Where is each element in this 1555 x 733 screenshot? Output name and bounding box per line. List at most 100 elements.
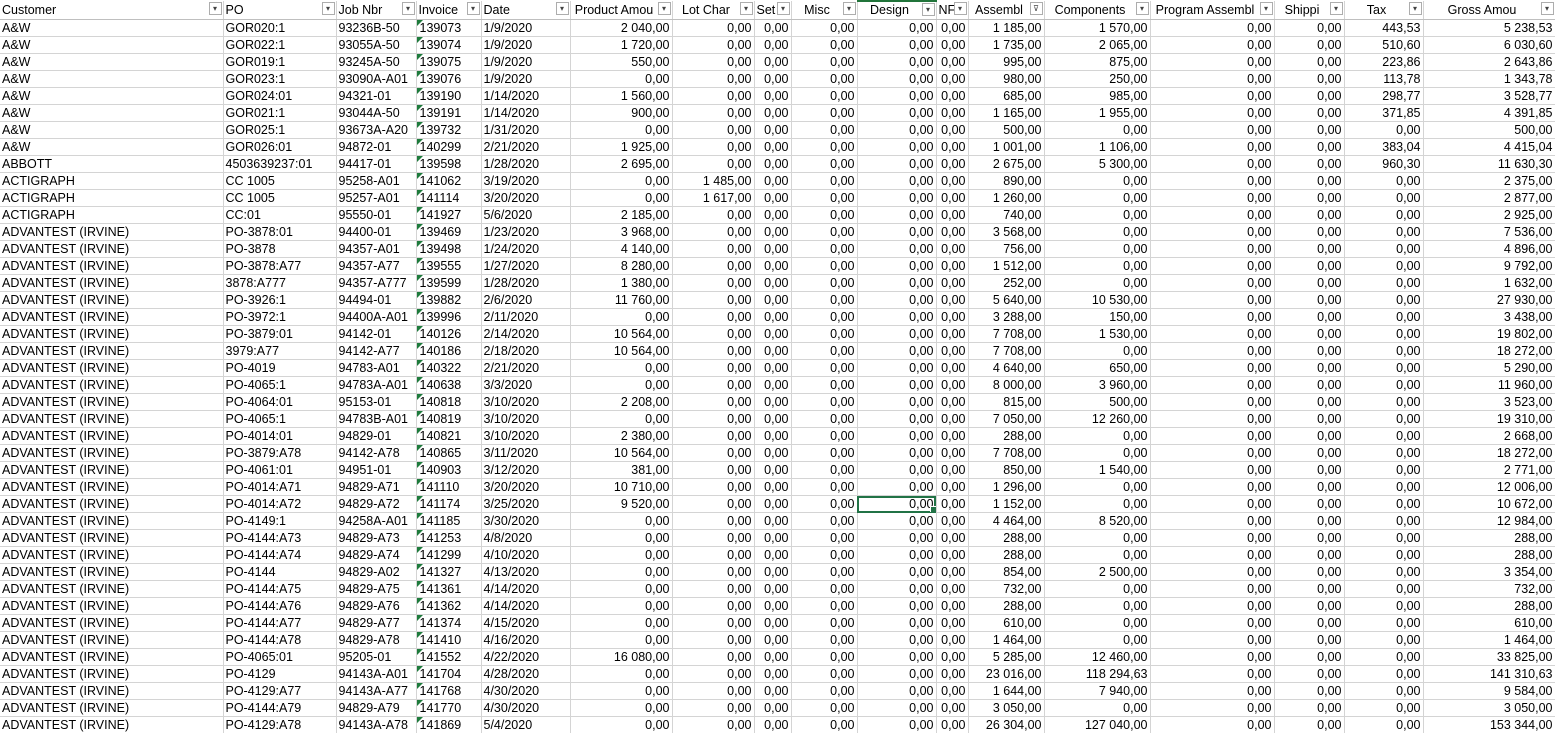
cell[interactable]: 0,00 bbox=[754, 631, 792, 649]
cell[interactable]: 2/6/2020 bbox=[481, 291, 571, 309]
cell[interactable]: 93673A-A20 bbox=[336, 121, 417, 139]
cell[interactable]: 0,00 bbox=[936, 563, 969, 581]
cell[interactable]: 0,00 bbox=[1044, 240, 1151, 258]
cell[interactable]: 0,00 bbox=[1150, 36, 1275, 54]
cell[interactable]: 0,00 bbox=[1344, 699, 1424, 717]
cell[interactable]: 0,00 bbox=[672, 512, 755, 530]
cell[interactable]: 0,00 bbox=[570, 359, 673, 377]
cell[interactable]: 0,00 bbox=[1274, 19, 1345, 37]
cell[interactable]: 0,00 bbox=[857, 291, 937, 309]
cell[interactable]: 94829-A79 bbox=[336, 699, 417, 717]
cell[interactable]: 93236B-50 bbox=[336, 19, 417, 37]
cell[interactable]: 0,00 bbox=[791, 36, 858, 54]
cell[interactable]: 12 006,00 bbox=[1423, 478, 1555, 496]
cell[interactable]: 16 080,00 bbox=[570, 648, 673, 666]
cell[interactable]: 0,00 bbox=[1150, 393, 1275, 411]
cell[interactable]: 0,00 bbox=[570, 308, 673, 326]
cell[interactable]: PO-4144:A73 bbox=[223, 529, 337, 547]
cell[interactable]: ADVANTEST (IRVINE) bbox=[0, 546, 224, 564]
cell[interactable]: 153 344,00 bbox=[1423, 716, 1555, 733]
cell[interactable]: 8 280,00 bbox=[570, 257, 673, 275]
cell[interactable]: 5 238,53 bbox=[1423, 19, 1555, 37]
cell[interactable]: 0,00 bbox=[1150, 121, 1275, 139]
cell[interactable]: 0,00 bbox=[1274, 172, 1345, 190]
cell[interactable]: 2 380,00 bbox=[570, 427, 673, 445]
cell[interactable]: 0,00 bbox=[570, 614, 673, 632]
cell[interactable]: PO-3878 bbox=[223, 240, 337, 258]
cell[interactable]: 0,00 bbox=[857, 87, 937, 105]
cell[interactable]: 0,00 bbox=[936, 19, 969, 37]
cell[interactable]: 1 570,00 bbox=[1044, 19, 1151, 37]
cell[interactable]: 0,00 bbox=[1344, 376, 1424, 394]
cell[interactable]: 139732 bbox=[416, 121, 482, 139]
filter-dropdown-icon[interactable]: ▾ bbox=[555, 2, 569, 15]
cell[interactable]: 960,30 bbox=[1344, 155, 1424, 173]
column-header[interactable]: Set ▾ bbox=[754, 1, 792, 20]
cell[interactable]: 0,00 bbox=[1344, 274, 1424, 292]
cell[interactable]: GOR025:1 bbox=[223, 121, 337, 139]
cell[interactable]: 139073 bbox=[416, 19, 482, 37]
cell[interactable]: 11 960,00 bbox=[1423, 376, 1555, 394]
cell[interactable]: 288,00 bbox=[1423, 597, 1555, 615]
cell[interactable]: 141062 bbox=[416, 172, 482, 190]
cell[interactable]: 4/30/2020 bbox=[481, 682, 571, 700]
cell[interactable]: 0,00 bbox=[754, 682, 792, 700]
cell[interactable]: 141552 bbox=[416, 648, 482, 666]
cell[interactable]: 141768 bbox=[416, 682, 482, 700]
cell[interactable]: 0,00 bbox=[1150, 478, 1275, 496]
cell[interactable]: 0,00 bbox=[1274, 342, 1345, 360]
cell[interactable]: 0,00 bbox=[1344, 665, 1424, 683]
cell[interactable]: 93055A-50 bbox=[336, 36, 417, 54]
cell[interactable]: 0,00 bbox=[1274, 121, 1345, 139]
cell[interactable]: 4 640,00 bbox=[968, 359, 1045, 377]
cell[interactable]: 0,00 bbox=[1044, 257, 1151, 275]
cell[interactable]: 900,00 bbox=[570, 104, 673, 122]
cell[interactable]: ADVANTEST (IRVINE) bbox=[0, 461, 224, 479]
cell[interactable]: 0,00 bbox=[936, 410, 969, 428]
cell[interactable]: 0,00 bbox=[936, 461, 969, 479]
cell[interactable]: 2 695,00 bbox=[570, 155, 673, 173]
cell[interactable]: 650,00 bbox=[1044, 359, 1151, 377]
cell[interactable]: 141361 bbox=[416, 580, 482, 598]
cell[interactable]: 0,00 bbox=[1044, 478, 1151, 496]
cell[interactable]: 0,00 bbox=[1150, 172, 1275, 190]
cell[interactable]: ACTIGRAPH bbox=[0, 172, 224, 190]
cell[interactable]: 1 512,00 bbox=[968, 257, 1045, 275]
cell[interactable]: 0,00 bbox=[1044, 444, 1151, 462]
cell[interactable]: 0,00 bbox=[936, 308, 969, 326]
cell[interactable]: 0,00 bbox=[1274, 138, 1345, 156]
cell[interactable]: 0,00 bbox=[857, 308, 937, 326]
cell[interactable]: 1/27/2020 bbox=[481, 257, 571, 275]
cell[interactable]: ADVANTEST (IRVINE) bbox=[0, 427, 224, 445]
cell[interactable]: 33 825,00 bbox=[1423, 648, 1555, 666]
cell[interactable]: 1 380,00 bbox=[570, 274, 673, 292]
cell[interactable]: PO-4144:A74 bbox=[223, 546, 337, 564]
cell[interactable]: 0,00 bbox=[1044, 614, 1151, 632]
cell[interactable]: 3/20/2020 bbox=[481, 478, 571, 496]
filter-dropdown-icon[interactable]: ▾ bbox=[842, 2, 856, 15]
cell[interactable]: 27 930,00 bbox=[1423, 291, 1555, 309]
cell[interactable]: 0,00 bbox=[1150, 274, 1275, 292]
cell[interactable]: 0,00 bbox=[1044, 427, 1151, 445]
cell[interactable]: 0,00 bbox=[754, 359, 792, 377]
cell[interactable]: 0,00 bbox=[1274, 308, 1345, 326]
cell[interactable]: 0,00 bbox=[754, 19, 792, 37]
cell[interactable]: 0,00 bbox=[672, 682, 755, 700]
cell[interactable]: 0,00 bbox=[1274, 495, 1345, 513]
cell[interactable]: 2/21/2020 bbox=[481, 138, 571, 156]
cell[interactable]: ADVANTEST (IRVINE) bbox=[0, 682, 224, 700]
cell[interactable]: 93090A-A01 bbox=[336, 70, 417, 88]
cell[interactable]: 7 050,00 bbox=[968, 410, 1045, 428]
cell[interactable]: 0,00 bbox=[754, 410, 792, 428]
cell[interactable]: 141174 bbox=[416, 495, 482, 513]
cell[interactable]: 0,00 bbox=[857, 104, 937, 122]
cell[interactable]: 443,53 bbox=[1344, 19, 1424, 37]
cell[interactable]: 94829-01 bbox=[336, 427, 417, 445]
cell[interactable]: 288,00 bbox=[1423, 529, 1555, 547]
cell[interactable]: 0,00 bbox=[857, 614, 937, 632]
cell[interactable]: 0,00 bbox=[1044, 495, 1151, 513]
filter-dropdown-icon[interactable]: ▾ bbox=[657, 2, 671, 15]
cell[interactable]: 140865 bbox=[416, 444, 482, 462]
cell[interactable]: 1 540,00 bbox=[1044, 461, 1151, 479]
cell[interactable]: 0,00 bbox=[1344, 716, 1424, 733]
